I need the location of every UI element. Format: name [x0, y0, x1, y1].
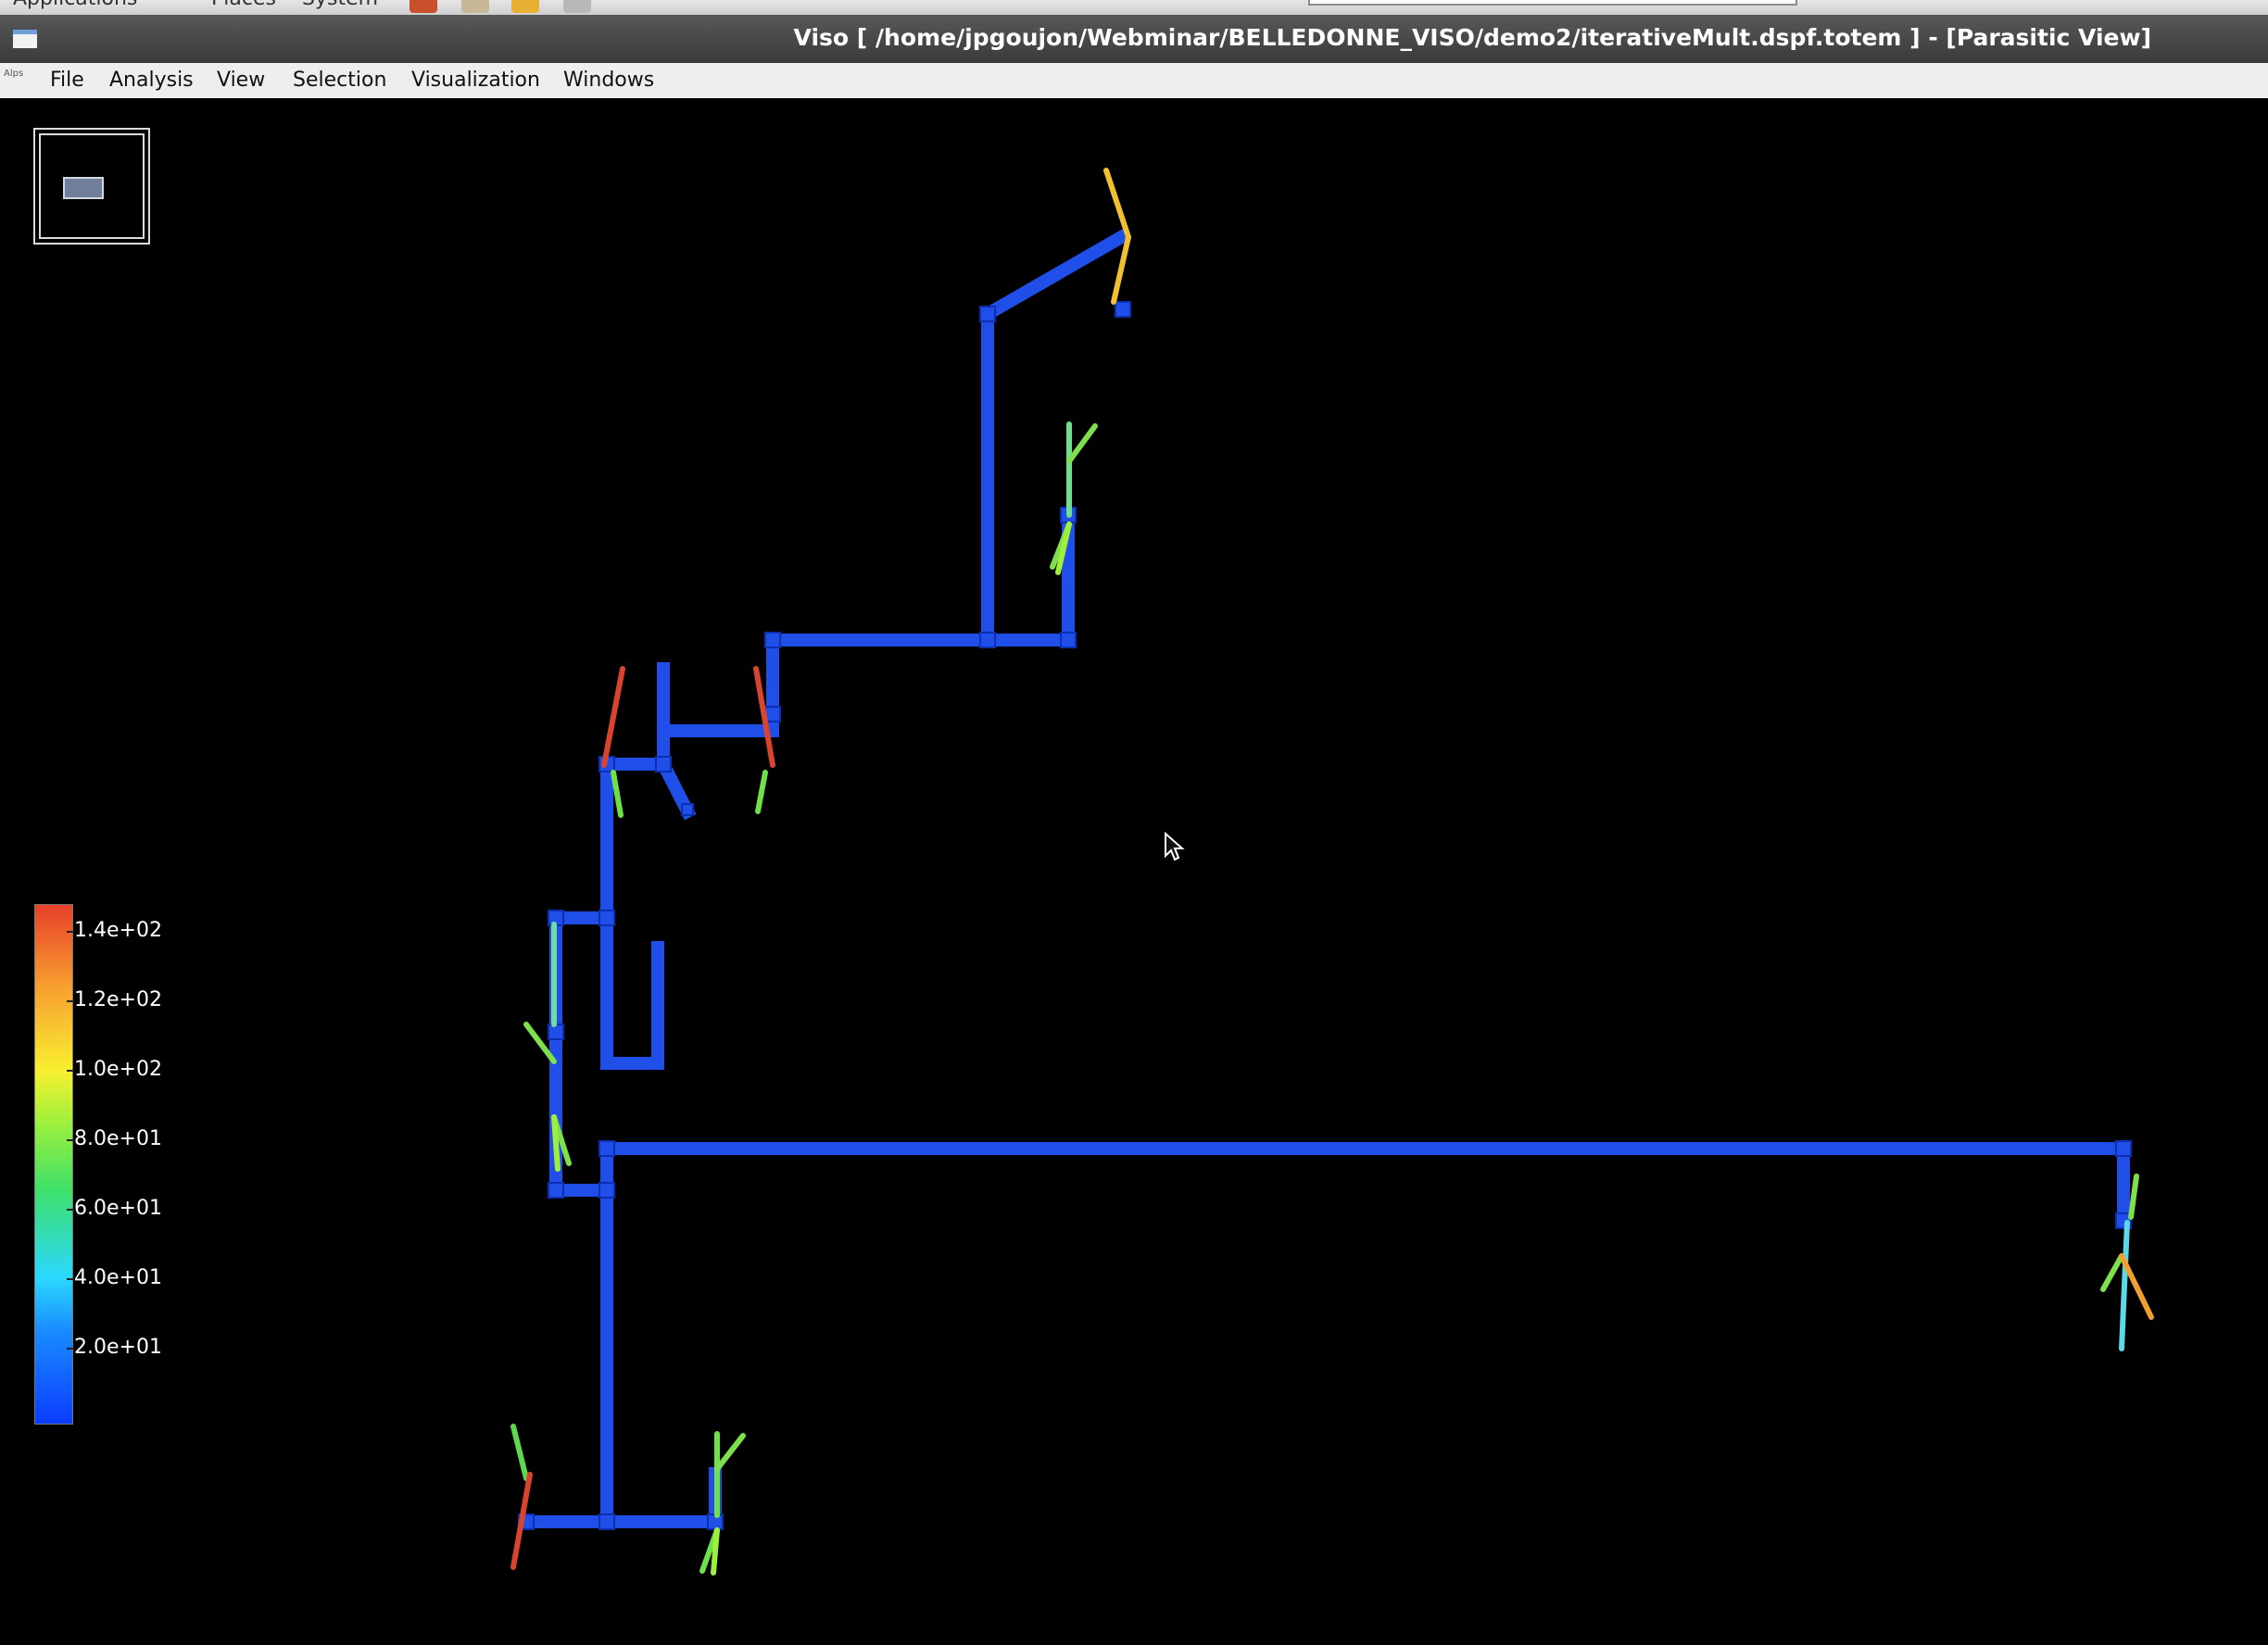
wire-segment[interactable]	[981, 227, 1132, 647]
node[interactable]	[764, 632, 781, 648]
menu-file[interactable]: File	[50, 69, 84, 92]
browser-icon[interactable]	[410, 0, 437, 13]
resistor[interactable]	[611, 770, 624, 818]
menu-bar: Alps File Analysis View Selection Visual…	[0, 63, 2268, 100]
menu-visualization[interactable]: Visualization	[411, 69, 540, 92]
node[interactable]	[1115, 301, 1131, 318]
menu-selection[interactable]: Selection	[293, 69, 386, 92]
resistor[interactable]	[601, 666, 625, 768]
taskbar-window-button[interactable]	[1308, 0, 1797, 6]
menu-view[interactable]: View	[217, 69, 265, 92]
resistor[interactable]	[1066, 423, 1098, 464]
resistor[interactable]	[2128, 1174, 2139, 1220]
menubar-grip[interactable]: Alps	[4, 69, 23, 79]
node[interactable]	[979, 632, 996, 648]
node[interactable]	[548, 1023, 564, 1040]
parasitic-network[interactable]	[0, 98, 2268, 1645]
resistor[interactable]	[711, 1527, 720, 1576]
node[interactable]	[979, 306, 996, 322]
node-markers	[518, 301, 2132, 1530]
resistor[interactable]	[1103, 168, 1131, 240]
window-titlebar[interactable]: Viso [ /home/jpgoujon/Webminar/BELLEDONN…	[0, 15, 2268, 63]
node[interactable]	[598, 910, 615, 926]
pointer-cursor-icon	[1165, 832, 1185, 861]
node[interactable]	[548, 1182, 564, 1199]
node[interactable]	[1060, 632, 1077, 648]
resistor[interactable]	[2100, 1253, 2124, 1292]
menu-analysis[interactable]: Analysis	[109, 69, 194, 92]
node[interactable]	[681, 803, 694, 816]
resistor[interactable]	[551, 1114, 561, 1172]
system-bar: Applications Places System	[0, 0, 2268, 16]
folder-icon[interactable]	[511, 0, 539, 13]
node[interactable]	[598, 1182, 615, 1199]
wire-segment[interactable]	[526, 1142, 722, 1528]
resistor[interactable]	[714, 1433, 746, 1472]
wire-segment[interactable]	[657, 634, 994, 737]
resistor-elements[interactable]	[510, 168, 2154, 1576]
resistor[interactable]	[755, 770, 768, 814]
node[interactable]	[598, 1140, 615, 1157]
wire-segment[interactable]	[600, 1142, 2130, 1227]
window-title: Viso [ /home/jpgoujon/Webminar/BELLEDONN…	[793, 24, 2151, 51]
system-menu[interactable]: System	[302, 0, 378, 10]
places-menu[interactable]: Places	[211, 0, 276, 10]
parasitic-view-canvas[interactable]: 1.4e+02 1.2e+02 1.0e+02 8.0e+01 6.0e+01 …	[0, 98, 2268, 1645]
notes-icon[interactable]	[461, 0, 489, 13]
menu-windows[interactable]: Windows	[563, 69, 654, 92]
node[interactable]	[655, 756, 672, 772]
resistor[interactable]	[2119, 1220, 2130, 1351]
wire-network[interactable]	[526, 227, 2130, 1528]
terminal-icon[interactable]	[563, 0, 591, 13]
window-icon[interactable]	[13, 30, 37, 48]
resistor[interactable]	[510, 1424, 529, 1481]
node[interactable]	[2115, 1140, 2132, 1157]
node[interactable]	[598, 1513, 615, 1530]
applications-menu[interactable]: Applications	[13, 0, 137, 10]
